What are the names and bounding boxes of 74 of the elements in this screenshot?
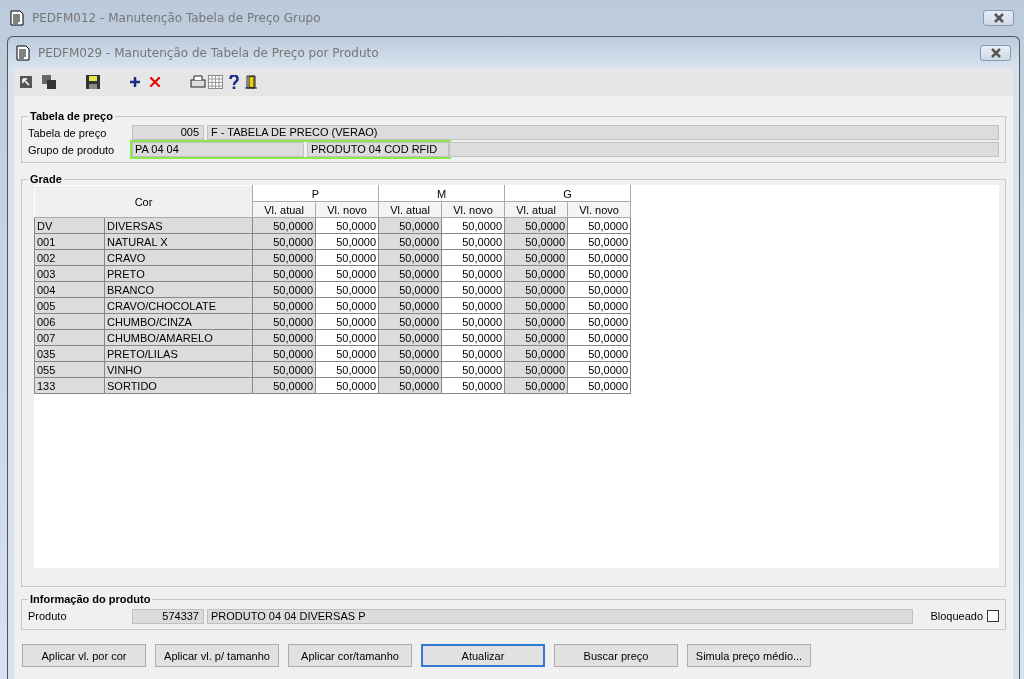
table-cell[interactable]: 50,0000 [315,313,379,330]
calendar-icon[interactable] [208,75,223,89]
field-label: Tabela de preço [28,126,108,139]
table-cell[interactable]: 50,0000 [441,265,505,282]
table-cell[interactable]: 50,0000 [567,297,631,314]
table-cell[interactable]: 50,0000 [567,265,631,282]
table-cell[interactable]: 50,0000 [441,313,505,330]
table-cell[interactable]: 50,0000 [567,313,631,330]
table-cell[interactable]: 50,0000 [441,281,505,298]
table-cell[interactable]: 50,0000 [441,217,505,234]
action-button[interactable]: Atualizar [421,644,545,667]
code-field[interactable]: 005 [132,125,204,140]
table-cell[interactable]: 50,0000 [315,249,379,266]
table-cell[interactable]: 50,0000 [315,377,379,394]
table-cell[interactable]: 50,0000 [567,281,631,298]
exit-door-icon[interactable] [245,75,257,89]
add-icon[interactable] [130,77,140,87]
save-icon[interactable] [86,75,100,89]
action-button[interactable]: Aplicar vl. por cor [22,644,146,667]
table-cell[interactable]: 50,0000 [567,233,631,250]
table-cell[interactable]: 50,0000 [567,345,631,362]
group-title: Tabela de preço [29,110,114,122]
window-title: PEDFM029 - Manutenção de Tabela de Preço por Produto [38,45,380,60]
field-label: Grupo de produto [28,143,116,156]
table-cell[interactable]: 50,0000 [567,329,631,346]
window-title: PEDFM012 - Manutenção Tabela de Preço Grupo [32,11,322,25]
table-cell[interactable]: 50,0000 [315,345,379,362]
close-icon [988,47,1003,58]
action-button[interactable]: Simula preço médio... [687,644,811,667]
delete-icon[interactable] [150,77,160,87]
table-cell[interactable]: 50,0000 [441,249,505,266]
code-field[interactable]: PA 04 04 [132,142,304,157]
description-field[interactable]: PRODUTO 04 04 DIVERSAS P [207,608,913,624]
table-cell[interactable]: 50,0000 [441,377,505,394]
table-cell[interactable]: 50,0000 [441,361,505,378]
document-icon [10,10,24,26]
table-cell[interactable]: 50,0000 [441,297,505,314]
table-cell[interactable]: 50,0000 [567,249,631,266]
table-cell[interactable]: 50,0000 [441,233,505,250]
field-label: Produto [28,610,68,622]
arrow-icon[interactable] [20,76,32,88]
table-cell[interactable]: 50,0000 [567,361,631,378]
document-icon [16,44,30,61]
description-field[interactable]: PRODUTO 04 COD RFID [307,142,449,157]
action-button[interactable]: Buscar preço [554,644,678,667]
close-button[interactable] [983,10,1014,26]
table-cell[interactable]: 50,0000 [567,377,631,394]
description-field[interactable]: F - TABELA DE PRECO (VERAO) [207,125,999,140]
table-cell[interactable]: 50,0000 [441,345,505,362]
table-cell[interactable]: 50,0000 [315,217,379,234]
column-header: Cor [34,185,253,218]
table-cell[interactable]: 50,0000 [441,329,505,346]
help-icon[interactable] [229,75,239,89]
table-cell[interactable]: 50,0000 [315,233,379,250]
code-field[interactable]: 574337 [132,608,204,624]
table-cell[interactable]: 50,0000 [567,217,631,234]
table-cell[interactable]: 50,0000 [315,361,379,378]
checkbox-label: Bloqueado [930,610,983,622]
table-cell[interactable]: 50,0000 [315,329,379,346]
action-button[interactable]: Aplicar cor/tamanho [288,644,412,667]
table-cell[interactable]: 50,0000 [315,281,379,298]
checkbox[interactable] [987,610,999,622]
column-header: G [504,185,631,202]
close-icon [991,13,1006,23]
column-header: M [378,185,505,202]
windows-icon[interactable] [42,75,56,89]
printer-icon[interactable] [190,75,206,89]
group-title: Grade [29,173,63,185]
group-title: Informação do produto [29,593,152,605]
table-cell[interactable]: 50,0000 [315,297,379,314]
column-header: P [252,185,379,202]
close-button[interactable] [980,44,1011,61]
action-button[interactable]: Aplicar vl. p/ tamanho [155,644,279,667]
table-cell[interactable]: 50,0000 [315,265,379,282]
